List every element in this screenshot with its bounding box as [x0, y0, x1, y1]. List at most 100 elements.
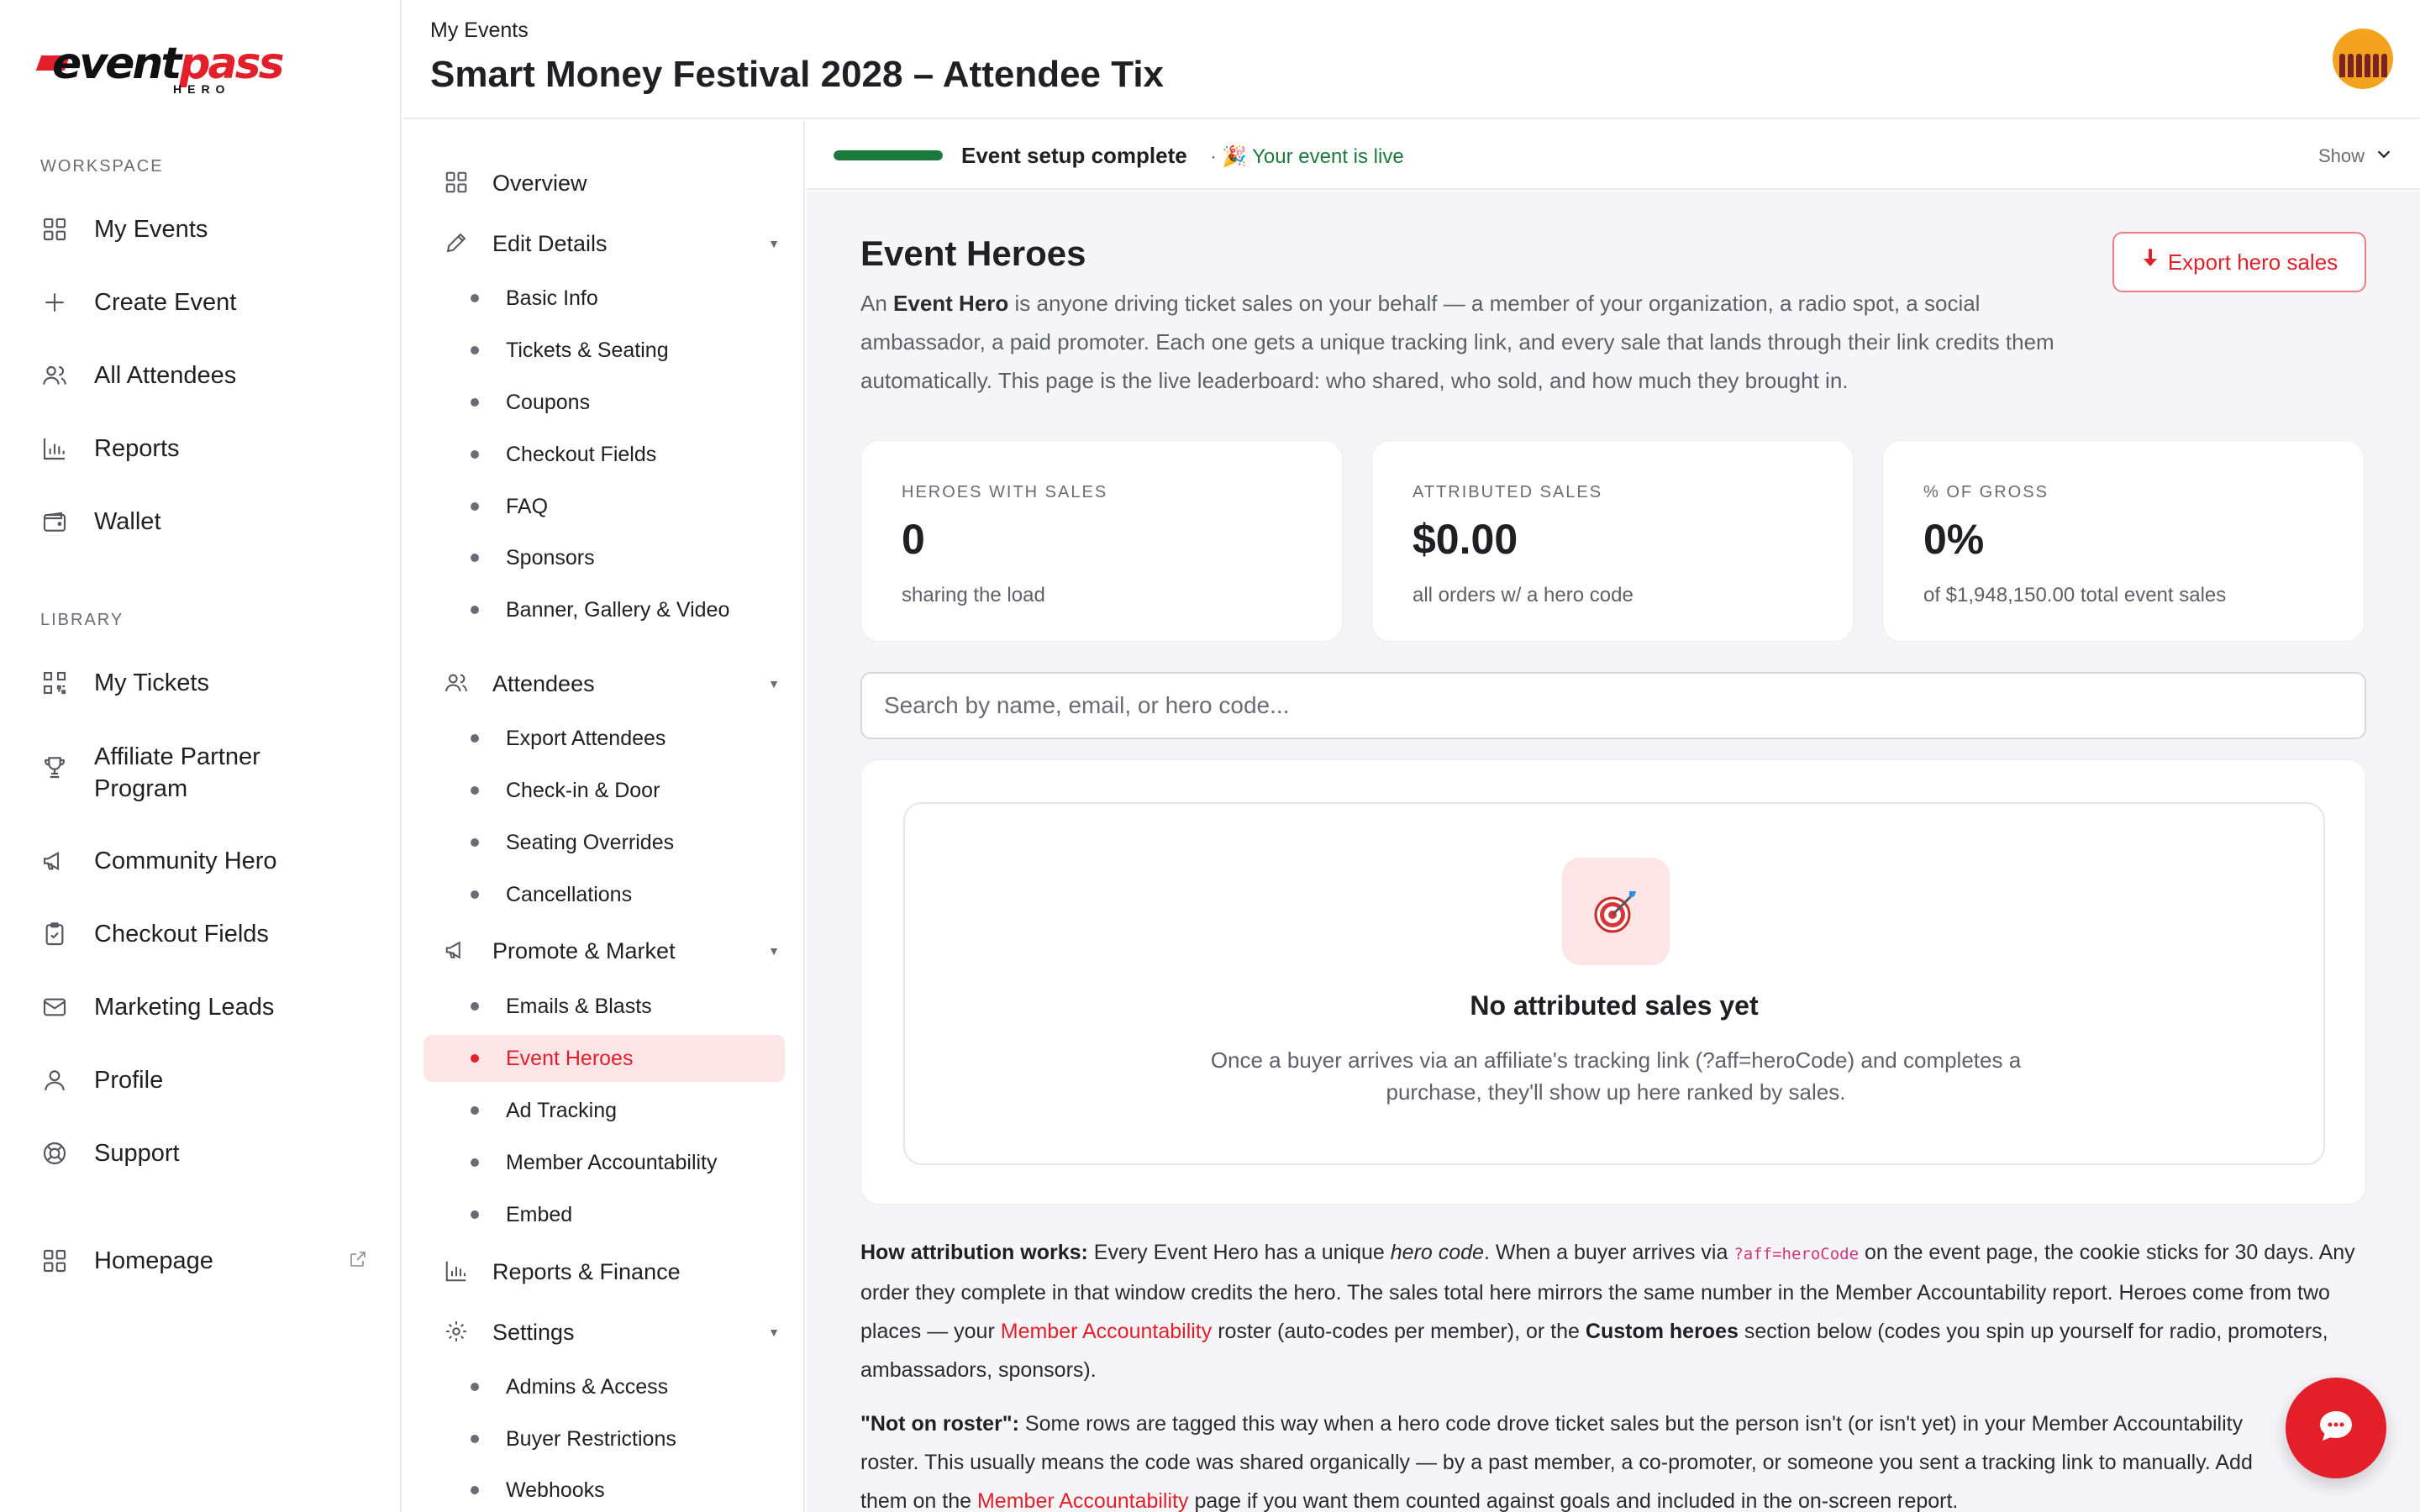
subnav-item-sponsors[interactable]: Sponsors	[424, 534, 785, 581]
show-toggle[interactable]: Show	[2318, 144, 2393, 168]
stat-value: 0%	[1923, 516, 1985, 563]
nav-community-hero[interactable]: Community Hero	[40, 847, 368, 875]
users-icon	[444, 670, 471, 697]
nav-marketing-leads[interactable]: Marketing Leads	[40, 993, 368, 1021]
stat-value: 0	[902, 516, 925, 563]
pencil-icon	[444, 230, 471, 257]
party-icon: 🎉	[1222, 145, 1247, 168]
subnav-item-label: Tickets & Seating	[506, 338, 669, 362]
nav-label: Checkout Fields	[94, 920, 269, 948]
subnav-overview[interactable]: Overview	[444, 170, 780, 197]
subnav-item-banner-gallery-video[interactable]: Banner, Gallery & Video	[424, 586, 785, 633]
eventpass-logo[interactable]: eventpass HERO	[35, 39, 285, 96]
subnav-item-export-attendees[interactable]: Export Attendees	[424, 715, 785, 762]
subnav-item-label: Seating Overrides	[506, 830, 675, 854]
stat-sub: sharing the load	[902, 584, 1045, 606]
sidebar: eventpass HERO WORKSPACE My Events Creat…	[0, 0, 402, 1512]
not-on-roster-note: "Not on roster": Some rows are tagged th…	[860, 1412, 2253, 1512]
subnav-item-label: Banner, Gallery & Video	[506, 597, 730, 622]
subnav-item-label: Admins & Access	[506, 1374, 669, 1399]
nav-my-events[interactable]: My Events	[40, 215, 368, 244]
subnav-label: Reports & Finance	[492, 1258, 681, 1284]
nav-create-event[interactable]: Create Event	[40, 288, 368, 317]
subnav-item-webhooks[interactable]: Webhooks	[424, 1467, 785, 1512]
wallet-icon	[40, 507, 69, 536]
nav-label: Profile	[94, 1066, 164, 1094]
hero-search-input[interactable]	[860, 672, 2366, 739]
avatar[interactable]	[2333, 29, 2393, 89]
empty-state-card: No attributed sales yet Once a buyer arr…	[860, 759, 2366, 1205]
megaphone-icon	[40, 847, 69, 875]
subnav-item-cancellations[interactable]: Cancellations	[424, 871, 785, 918]
bar-chart-icon	[40, 434, 69, 463]
export-button-label: Export hero sales	[2167, 249, 2338, 275]
nav-label: My Tickets	[94, 669, 209, 696]
subnav-item-tickets-seating[interactable]: Tickets & Seating	[424, 327, 785, 374]
nav-label: Support	[94, 1139, 180, 1167]
nav-affiliate-partner-program[interactable]: Affiliate Partner Program	[40, 741, 368, 805]
logo-pass: pass	[179, 39, 284, 89]
subnav-label: Settings	[492, 1319, 575, 1345]
megaphone-icon	[444, 937, 471, 964]
stat-value: $0.00	[1413, 516, 1518, 563]
subnav-item-check-in-door[interactable]: Check-in & Door	[424, 767, 785, 814]
stat-label: ATTRIBUTED SALES	[1413, 483, 1603, 501]
nav-support[interactable]: Support	[40, 1139, 368, 1168]
mail-icon	[40, 993, 69, 1021]
subnav-item-label: Event Heroes	[506, 1046, 634, 1070]
user-icon	[40, 1066, 69, 1095]
nav-all-attendees[interactable]: All Attendees	[40, 361, 368, 390]
subnav-label: Edit Details	[492, 230, 608, 256]
member-accountability-link[interactable]: Member Accountability	[977, 1489, 1189, 1512]
subnav-reports-finance[interactable]: Reports & Finance	[444, 1258, 780, 1285]
stat-label: % OF GROSS	[1923, 483, 2049, 501]
nav-wallet[interactable]: Wallet	[40, 507, 368, 536]
subnav-item-admins-access[interactable]: Admins & Access	[424, 1363, 785, 1410]
subnav-item-buyer-restrictions[interactable]: Buyer Restrictions	[424, 1415, 785, 1462]
subnav-item-label: Basic Info	[506, 286, 598, 310]
plus-icon	[40, 288, 69, 317]
nav-my-tickets[interactable]: My Tickets	[40, 669, 368, 697]
nav-checkout-fields[interactable]: Checkout Fields	[40, 920, 368, 948]
subnav-label: Overview	[492, 170, 587, 196]
subnav-item-member-accountability[interactable]: Member Accountability	[424, 1139, 785, 1186]
subnav-item-ad-tracking[interactable]: Ad Tracking	[424, 1087, 785, 1134]
breadcrumb[interactable]: My Events	[430, 18, 529, 43]
live-separator: ·	[1210, 145, 1217, 168]
caret-down-icon: ▼	[768, 944, 780, 958]
subnav-item-faq[interactable]: FAQ	[424, 483, 785, 530]
subnav-item-embed[interactable]: Embed	[424, 1191, 785, 1238]
subnav-item-basic-info[interactable]: Basic Info	[424, 275, 785, 322]
nav-profile[interactable]: Profile	[40, 1066, 368, 1095]
setup-status-text: Event setup complete	[961, 143, 1187, 168]
page-header: My Events Smart Money Festival 2028 – At…	[403, 0, 2420, 119]
subnav-item-event-heroes[interactable]: Event Heroes	[424, 1035, 785, 1082]
nav-label: All Attendees	[94, 361, 237, 389]
bar-chart-icon	[444, 1258, 471, 1285]
users-icon	[40, 361, 69, 390]
download-arrow-icon	[2141, 248, 2160, 276]
nav-reports[interactable]: Reports	[40, 434, 368, 463]
subnav-item-label: Member Accountability	[506, 1150, 718, 1174]
live-status-text: Your event is live	[1252, 145, 1404, 168]
gear-icon	[444, 1319, 471, 1346]
member-accountability-link[interactable]: Member Accountability	[1001, 1320, 1213, 1343]
subnav-edit-details[interactable]: Edit Details ▼	[444, 230, 780, 257]
grid-icon	[40, 215, 69, 244]
subnav-promote-market[interactable]: Promote & Market ▼	[444, 937, 780, 964]
subnav-label: Attendees	[492, 670, 595, 696]
subnav-item-emails-blasts[interactable]: Emails & Blasts	[424, 983, 785, 1030]
caret-down-icon: ▼	[768, 237, 780, 250]
clipboard-check-icon	[40, 920, 69, 948]
logo-event: event	[52, 39, 182, 89]
subnav-item-checkout-fields[interactable]: Checkout Fields	[424, 431, 785, 478]
subnav-item-seating-overrides[interactable]: Seating Overrides	[424, 819, 785, 866]
nav-homepage[interactable]: Homepage	[40, 1247, 368, 1275]
subnav-item-coupons[interactable]: Coupons	[424, 379, 785, 426]
chat-button[interactable]	[2286, 1378, 2386, 1478]
subnav-attendees[interactable]: Attendees ▼	[444, 670, 780, 697]
subnav-label: Promote & Market	[492, 937, 676, 963]
subnav-settings[interactable]: Settings ▼	[444, 1319, 780, 1346]
export-hero-sales-button[interactable]: Export hero sales	[2112, 232, 2366, 292]
stat-card-percent-gross: % OF GROSS 0% of $1,948,150.00 total eve…	[1882, 440, 2365, 642]
